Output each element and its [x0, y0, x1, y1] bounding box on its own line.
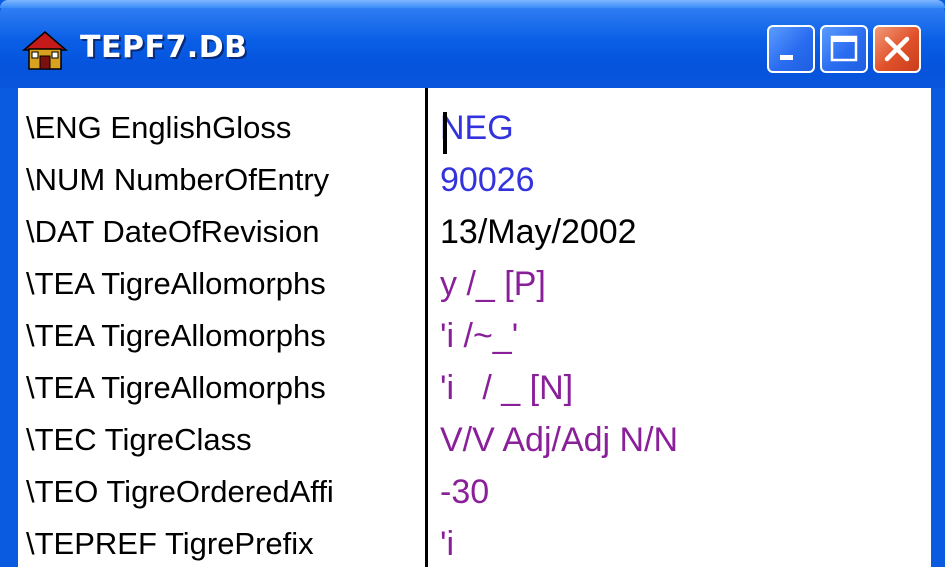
field-marker: \NUM NumberOfEntry: [26, 162, 330, 197]
close-icon: [884, 36, 910, 62]
field-row[interactable]: \TEA TigreAllomorphs 'i /~_': [18, 310, 931, 362]
minimize-icon: [780, 55, 793, 60]
field-value[interactable]: 90026: [440, 154, 535, 206]
window-title: TEPF7.DB: [80, 30, 248, 65]
field-marker: \TEA TigreAllomorphs: [26, 266, 326, 301]
field-value[interactable]: 'i: [440, 518, 454, 567]
window-frame: TEPF7.DB \ENG EnglishGloss NEG \NUM Numb…: [0, 0, 945, 567]
field-marker: \TEPREF TigrePrefix: [26, 526, 314, 561]
window-border-left: [0, 88, 18, 567]
field-value[interactable]: 'i /~_': [440, 310, 518, 362]
minimize-button[interactable]: [767, 25, 815, 73]
field-marker: \TEA TigreAllomorphs: [26, 318, 326, 353]
field-marker: \TEA TigreAllomorphs: [26, 370, 326, 405]
field-value[interactable]: 13/May/2002: [440, 206, 637, 258]
field-row[interactable]: \NUM NumberOfEntry 90026: [18, 154, 931, 206]
close-button[interactable]: [873, 25, 921, 73]
field-value[interactable]: NEG: [440, 102, 514, 154]
maximize-icon: [830, 35, 858, 62]
field-marker: \DAT DateOfRevision: [26, 214, 320, 249]
app-icon[interactable]: [20, 28, 70, 72]
field-row[interactable]: \ENG EnglishGloss NEG: [18, 102, 931, 154]
field-marker: \TEC TigreClass: [26, 422, 252, 457]
maximize-button[interactable]: [820, 25, 868, 73]
title-bar[interactable]: TEPF7.DB: [0, 0, 945, 88]
field-marker: \TEO TigreOrderedAffi: [26, 474, 334, 509]
field-row[interactable]: \TEA TigreAllomorphs y /_ [P]: [18, 258, 931, 310]
field-marker: \ENG EnglishGloss: [26, 110, 292, 145]
text-caret: [443, 112, 447, 154]
field-value[interactable]: -30: [440, 466, 489, 518]
field-row[interactable]: \TEO TigreOrderedAffi -30: [18, 466, 931, 518]
field-row[interactable]: \DAT DateOfRevision 13/May/2002: [18, 206, 931, 258]
field-value[interactable]: V/V Adj/Adj N/N: [440, 414, 678, 466]
field-value[interactable]: 'i / _ [N]: [440, 362, 573, 414]
window-border-right: [931, 88, 945, 567]
field-row[interactable]: \TEA TigreAllomorphs 'i / _ [N]: [18, 362, 931, 414]
field-row[interactable]: \TEPREF TigrePrefix 'i: [18, 518, 931, 567]
field-row[interactable]: \TEC TigreClass V/V Adj/Adj N/N: [18, 414, 931, 466]
record-editor[interactable]: \ENG EnglishGloss NEG \NUM NumberOfEntry…: [18, 88, 931, 567]
field-value[interactable]: y /_ [P]: [440, 258, 546, 310]
